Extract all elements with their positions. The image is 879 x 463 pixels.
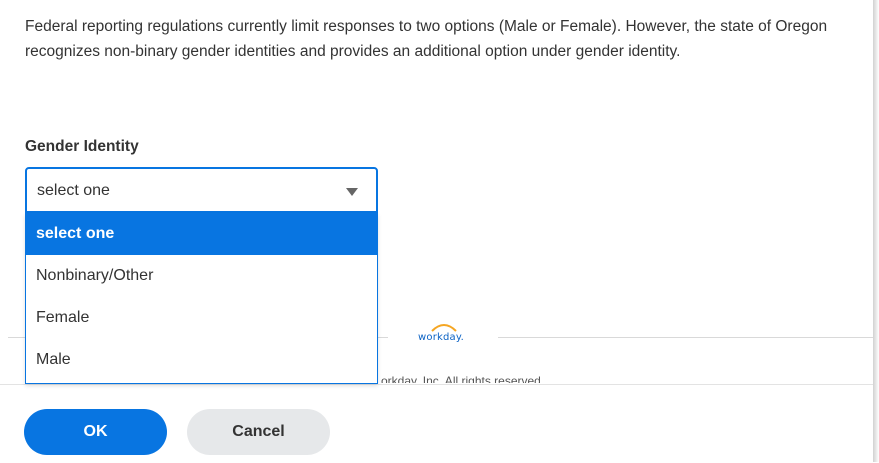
gender-identity-options[interactable]: select one Nonbinary/Other Female Male xyxy=(25,213,378,384)
gender-identity-select[interactable]: select one xyxy=(25,167,378,213)
footer-divider-right xyxy=(498,337,873,338)
intro-text: Federal reporting regulations currently … xyxy=(25,18,828,60)
option-male[interactable]: Male xyxy=(26,339,377,381)
workday-logo: workday. xyxy=(418,322,470,348)
option-select-one[interactable]: select one xyxy=(26,213,377,255)
cancel-button[interactable]: Cancel xyxy=(187,409,330,455)
workday-logo-text: workday. xyxy=(418,332,464,343)
option-nonbinary-other[interactable]: Nonbinary/Other xyxy=(26,255,377,297)
workday-arc-icon xyxy=(431,324,457,332)
copyright-text: orkday, Inc. All rights reserved. xyxy=(381,374,545,383)
ok-button[interactable]: OK xyxy=(24,409,167,455)
option-female[interactable]: Female xyxy=(26,297,377,339)
caret-down-icon[interactable] xyxy=(346,188,358,196)
dialog-shadow xyxy=(873,0,879,462)
select-current-value: select one xyxy=(37,182,110,199)
action-bar: OK Cancel xyxy=(0,384,873,463)
gender-identity-label: Gender Identity xyxy=(25,138,139,155)
dialog: Federal reporting regulations currently … xyxy=(0,0,873,463)
